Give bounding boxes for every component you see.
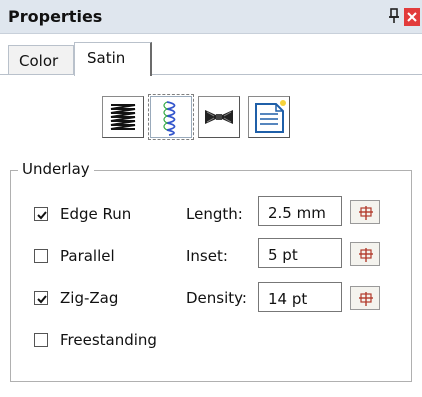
document-button[interactable] [248, 96, 290, 138]
inset-picker-button[interactable] [350, 242, 380, 266]
density-label: Density: [186, 289, 247, 307]
length-picker-button[interactable] [350, 200, 380, 224]
inset-label: Inset: [186, 247, 228, 265]
checkbox-box[interactable] [34, 291, 48, 305]
zigzag-label: Zig-Zag [60, 289, 119, 307]
underlay-legend: Underlay [18, 160, 94, 178]
zigzag-satin-icon [110, 104, 136, 130]
position-picker-icon [359, 206, 373, 220]
properties-panel: Properties Color Satin Underlay Edge Run… [0, 0, 422, 397]
tab-strip-divider [0, 74, 422, 75]
active-tab-gap [75, 74, 150, 76]
bowtie-button[interactable] [198, 96, 240, 138]
bowtie-icon [205, 110, 233, 124]
checkbox-box[interactable] [34, 207, 48, 221]
length-field[interactable] [258, 196, 342, 226]
zigzag-satin-button[interactable] [102, 96, 144, 138]
title-bar[interactable]: Properties [0, 0, 422, 34]
close-icon[interactable] [404, 8, 420, 26]
tab-satin[interactable]: Satin [74, 42, 152, 76]
tab-color[interactable]: Color [8, 45, 74, 75]
density-picker-button[interactable] [350, 286, 380, 310]
checkmark-icon [37, 211, 47, 220]
pin-icon[interactable] [386, 6, 404, 26]
parallel-label: Parallel [60, 247, 115, 265]
checkbox-box[interactable] [34, 249, 48, 263]
checkmark-icon [37, 295, 47, 304]
document-icon [255, 100, 286, 133]
tab-satin-label: Satin [87, 49, 126, 67]
running-stitch-icon [152, 98, 190, 136]
inset-field[interactable] [258, 238, 342, 268]
position-picker-icon [359, 248, 373, 262]
tab-color-label: Color [19, 52, 59, 70]
checkbox-box[interactable] [34, 333, 48, 347]
panel-title: Properties [8, 7, 103, 26]
position-picker-icon [359, 292, 373, 306]
edge-run-label: Edge Run [60, 205, 132, 223]
density-field[interactable] [258, 282, 342, 312]
freestanding-label: Freestanding [60, 331, 157, 349]
length-label: Length: [186, 205, 243, 223]
running-stitch-button[interactable] [150, 96, 192, 138]
